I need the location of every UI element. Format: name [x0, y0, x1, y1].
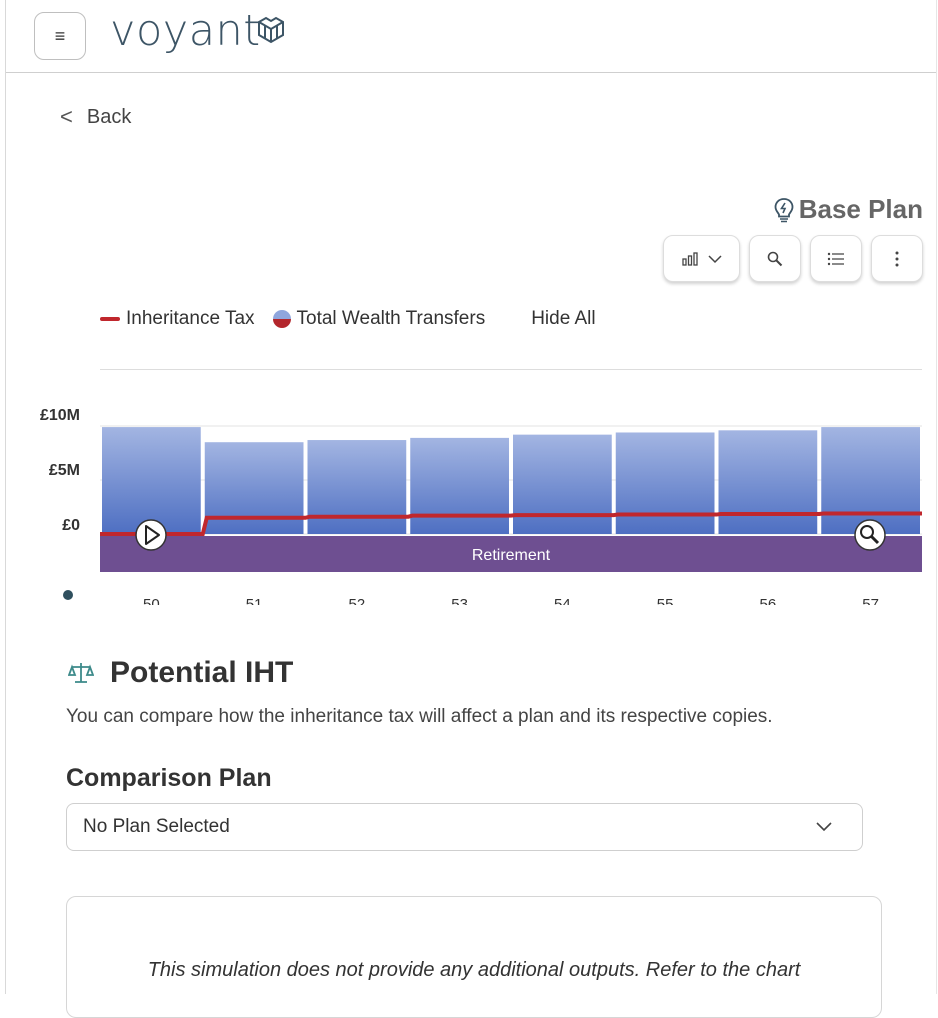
x-tick-label: 52 [349, 596, 366, 605]
bar [410, 437, 509, 534]
logo-mark-icon [258, 16, 284, 44]
lightbulb-icon [774, 197, 794, 222]
logo-text: voyant [110, 6, 261, 56]
back-label: Back [86, 105, 132, 128]
bar [718, 430, 818, 534]
x-tick-label: 51 [246, 596, 263, 605]
scales-icon [68, 663, 94, 683]
x-tick-label: 55 [657, 596, 674, 605]
output-message: This simulation does not provide any add… [147, 959, 801, 981]
x-tick-label: 57 [862, 596, 879, 605]
back-link[interactable]: < Back [60, 104, 131, 130]
plan-title: Base Plan [773, 194, 923, 225]
chart-svg: Retirement 50 51 52 53 54 55 56 57 [63, 425, 922, 605]
x-tick-label: 56 [760, 596, 777, 605]
legend-line-marker [100, 317, 120, 321]
chevron-down-icon [816, 822, 832, 832]
chart-zoom-button [854, 519, 886, 551]
x-tick-label: 53 [451, 596, 468, 605]
bar [307, 440, 407, 534]
chart-type-button[interactable] [663, 235, 740, 282]
bar-chart-icon [681, 251, 698, 266]
hide-all-button[interactable]: Hide All [531, 308, 595, 330]
x-tick-label: 54 [554, 596, 571, 605]
bar [615, 432, 715, 534]
comparison-plan-select[interactable]: No Plan Selected [66, 803, 863, 851]
output-card: This simulation does not provide any add… [66, 896, 882, 1018]
retirement-label: Retirement [472, 547, 551, 564]
top-bar: ≡ voyant [6, 0, 936, 73]
legend-label: Total Wealth Transfers [296, 308, 486, 329]
bar [821, 427, 920, 534]
section-description: You can compare how the inheritance tax … [66, 706, 773, 727]
hamburger-icon: ≡ [54, 26, 66, 46]
timeline-start-dot [63, 590, 73, 600]
play-button [135, 519, 167, 551]
selected-plan-value: No Plan Selected [83, 816, 230, 837]
chart-toolbar [663, 235, 923, 282]
legend-item-total-wealth-transfers[interactable]: Total Wealth Transfers [272, 308, 486, 330]
chevron-left-icon: < [60, 104, 73, 129]
kebab-icon [895, 251, 899, 266]
more-button[interactable] [871, 235, 923, 282]
comparison-plan-label: Comparison Plan [66, 764, 272, 792]
bar [102, 427, 201, 534]
bar [204, 442, 304, 534]
zoom-button[interactable] [749, 235, 801, 282]
section-title: Potential IHT [110, 656, 294, 689]
menu-button[interactable]: ≡ [34, 12, 86, 60]
chart-area: £10M £5M £0 Retirement 50 51 52 53 54 55 56 57 [0, 395, 938, 605]
chart-legend: Inheritance Tax Total Wealth Transfers H… [100, 308, 596, 330]
chart-divider [100, 369, 922, 370]
legend-label: Inheritance Tax [126, 308, 255, 329]
legend-item-inheritance-tax[interactable]: Inheritance Tax [100, 308, 255, 330]
list-icon [827, 252, 844, 265]
plan-title-label: Base Plan [798, 194, 923, 224]
legend-circle-marker [272, 310, 291, 328]
magnifier-icon [767, 251, 783, 266]
x-tick-label: 50 [143, 596, 160, 605]
chevron-down-icon [707, 254, 722, 263]
list-button[interactable] [810, 235, 862, 282]
bar [513, 434, 612, 534]
